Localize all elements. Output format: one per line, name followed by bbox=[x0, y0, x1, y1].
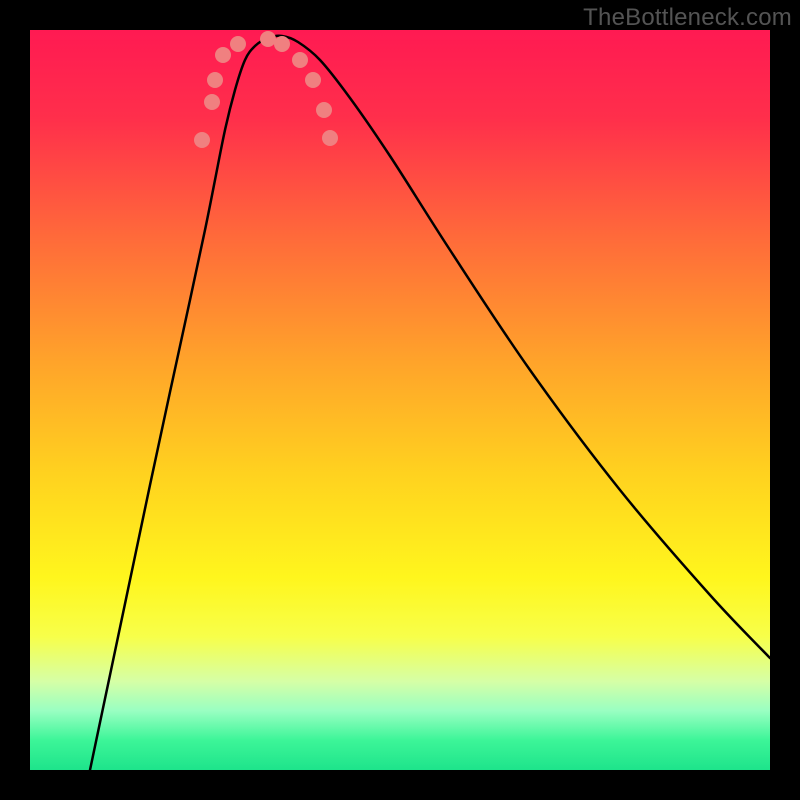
plot-area bbox=[30, 30, 770, 770]
data-marker bbox=[215, 47, 231, 63]
data-marker bbox=[274, 36, 290, 52]
chart-svg bbox=[30, 30, 770, 770]
data-marker bbox=[305, 72, 321, 88]
data-marker bbox=[204, 94, 220, 110]
background-gradient bbox=[30, 30, 770, 770]
chart-frame: TheBottleneck.com bbox=[0, 0, 800, 800]
data-marker bbox=[316, 102, 332, 118]
watermark-text: TheBottleneck.com bbox=[583, 4, 792, 32]
data-marker bbox=[207, 72, 223, 88]
data-marker bbox=[230, 36, 246, 52]
data-marker bbox=[260, 31, 276, 47]
data-marker bbox=[194, 132, 210, 148]
data-marker bbox=[292, 52, 308, 68]
data-marker bbox=[322, 130, 338, 146]
